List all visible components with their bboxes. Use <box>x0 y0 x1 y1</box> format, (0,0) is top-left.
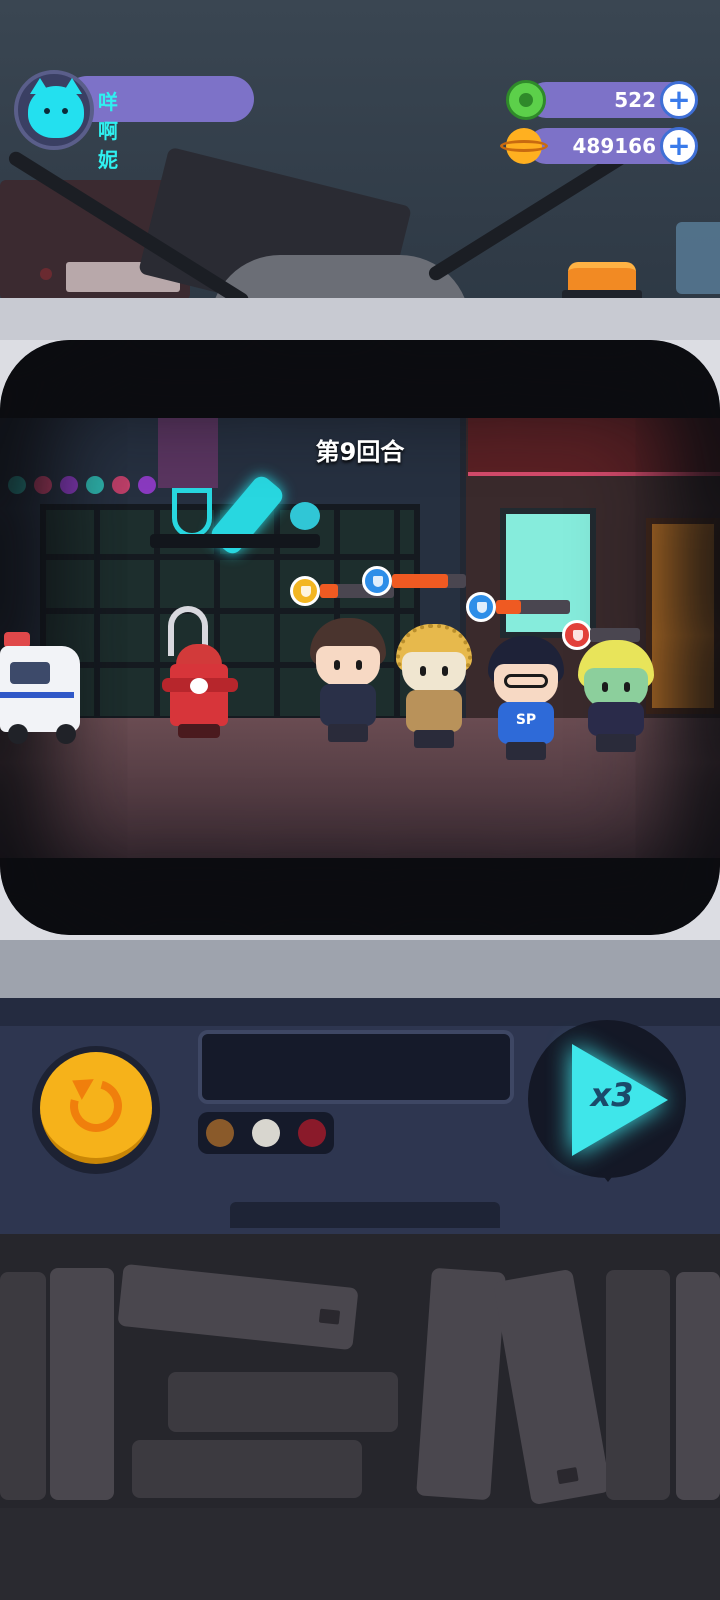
shelf-base <box>0 1508 720 1600</box>
add-gems-button[interactable]: + <box>660 81 698 119</box>
hp-bar <box>496 600 570 614</box>
indicator-dot <box>252 1119 280 1147</box>
hp-bar <box>392 574 466 588</box>
indicator-dot <box>206 1119 234 1147</box>
hero-brown-hair[interactable] <box>306 618 390 748</box>
planet-coin-icon <box>500 126 548 166</box>
add-coins-button[interactable]: + <box>660 127 698 165</box>
book-prop <box>606 1270 670 1500</box>
coin-value: 489166 <box>572 134 657 158</box>
tv-frame-top <box>0 298 720 340</box>
retry-button[interactable] <box>32 1046 160 1174</box>
scissors-prop <box>676 222 720 294</box>
book-prop <box>132 1440 362 1498</box>
indicator-dot <box>298 1119 326 1147</box>
avatar[interactable] <box>14 70 94 150</box>
hero-glasses[interactable]: SP <box>484 636 568 766</box>
tv-frame-bottom <box>0 940 720 998</box>
plus-icon: + <box>667 83 691 116</box>
book-prop <box>50 1268 114 1500</box>
hero-golden-hair[interactable] <box>392 624 476 754</box>
speed-label: x3 <box>590 1076 634 1114</box>
shirt-text: SP <box>515 712 537 728</box>
gold-class-badge-icon <box>290 576 320 606</box>
book-prop <box>676 1272 720 1500</box>
donut-gem-icon <box>506 80 546 120</box>
round-label: 第9回合 <box>315 438 405 466</box>
book-prop <box>416 1267 506 1501</box>
indicator-panel <box>198 1112 334 1154</box>
plus-icon: + <box>667 129 691 162</box>
blue-shield-badge-icon <box>362 566 392 596</box>
book-prop <box>0 1272 46 1500</box>
hero-zombie[interactable] <box>574 640 654 752</box>
book-prop <box>168 1372 398 1432</box>
police-van-prop <box>0 632 80 744</box>
gem-value: 522 <box>614 88 656 112</box>
cat-avatar-icon <box>28 78 84 138</box>
display-slot <box>198 1030 514 1104</box>
fire-hydrant-enemy[interactable] <box>162 606 242 746</box>
player-name: 咩啊妮 <box>98 90 118 172</box>
blue-class-badge-icon <box>466 592 496 622</box>
